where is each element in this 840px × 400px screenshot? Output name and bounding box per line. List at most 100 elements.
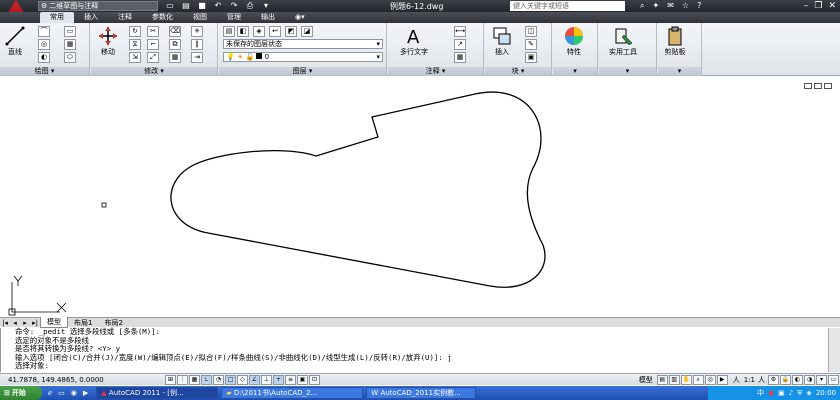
workspace-switch-icon[interactable]: ⚙ [768,374,779,385]
tab-view[interactable]: 视图 [183,12,217,23]
layer-state-icon[interactable]: ◧ [237,26,249,37]
tab-home[interactable]: 常用 [40,12,74,23]
save-icon[interactable]: ■ [197,1,207,11]
insert-button[interactable]: 插入 [491,25,513,57]
start-button[interactable]: ⊞ 开始 [0,386,42,400]
circle-icon[interactable]: ◎ [38,39,50,50]
3d-osnap-toggle[interactable]: ◇ [237,374,248,385]
subscription-icon[interactable]: ✦ [652,0,659,12]
array-icon[interactable]: ▦ [169,52,181,63]
clipboard-panel-dropdown[interactable]: ▾ [658,67,701,76]
clock[interactable]: 20:00 [816,389,836,397]
quick-view-drawings-icon[interactable]: ▥ [668,374,680,385]
clipboard-button[interactable]: 剪贴板 [664,25,686,57]
draw-panel-label[interactable]: 绘图 ▾ [0,67,89,76]
tray-volume-icon[interactable]: ♪ [789,389,793,397]
communication-icon[interactable]: ✉ [667,0,674,12]
clean-screen-icon[interactable]: ▭ [828,374,839,385]
tab-insert[interactable]: 插入 [74,12,108,23]
layer-match-icon[interactable]: ◈ [253,26,265,37]
ellipse-icon[interactable]: ⬭ [64,52,76,63]
qat-dropdown-icon[interactable]: ▾ [261,1,271,11]
tray-shield-icon[interactable]: ◉ [768,389,774,397]
search-icon[interactable]: ⌕ [640,0,644,12]
tab-layout2[interactable]: 布局2 [98,318,128,328]
coordinate-readout[interactable]: 41.7878, 149.4865, 0.0000 [0,376,165,384]
first-tab-icon[interactable]: |◂ [0,319,10,327]
drawing-svg[interactable] [0,77,840,317]
tab-parametric[interactable]: 参数化 [142,12,183,23]
move-button[interactable]: 移动 [97,25,119,57]
quick-view-layouts-icon[interactable]: ▤ [656,374,668,385]
prev-tab-icon[interactable]: ◂ [10,319,20,327]
model-space-label[interactable]: 模型 [639,375,653,385]
block-panel-label[interactable]: 块 ▾ [485,67,551,76]
quicklaunch-media-icon[interactable]: ▶ [83,389,88,397]
restore-icon[interactable]: ❐ [814,0,822,12]
drawing-area[interactable] [0,77,840,317]
properties-button[interactable]: 特性 [563,25,585,57]
line-button[interactable]: 直线 [4,25,26,57]
copy-icon[interactable]: ⧉ [169,39,181,50]
polar-toggle[interactable]: ◔ [213,374,224,385]
steeringwheel-icon[interactable]: ◎ [704,374,716,385]
workspace-selector[interactable]: ⚙ 二维草图与注释 [38,1,158,11]
trim-icon[interactable]: ✂ [147,26,159,37]
tray-security-icon[interactable]: ⛨ [797,389,802,398]
zoom-icon[interactable]: ⌕ [692,374,704,385]
status-menu-icon[interactable]: ▾ [816,374,827,385]
annotation-visibility-icon[interactable]: 人 [758,375,765,385]
annotation-panel-label[interactable]: 注释 ▾ [388,67,483,76]
showmotion-icon[interactable]: ▶ [716,374,728,385]
favorites-icon[interactable]: ☆ [682,0,689,12]
ortho-toggle[interactable]: ∟ [201,374,212,385]
pan-icon[interactable]: ✋ [680,374,692,385]
taskbar-item-autocad[interactable]: ▲ AutoCAD 2011 - [例... [96,387,219,399]
extend-icon[interactable]: ⇥ [191,52,203,63]
hatch-icon[interactable]: ▦ [64,39,76,50]
tray-cn-icon[interactable]: 中 [757,388,764,398]
offset-icon[interactable]: ∥ [191,39,203,50]
leader-icon[interactable]: ↗ [454,39,466,50]
snap-toggle[interactable]: ⋮ [177,374,188,385]
properties-panel-dropdown[interactable]: ▾ [553,67,597,76]
dimension-icon[interactable]: ⟷ [454,26,466,37]
open-icon[interactable]: ▤ [181,1,191,11]
stretch-icon[interactable]: ⇲ [129,52,141,63]
taskbar-item-folder[interactable]: ▰ D:\2011书\AutoCAD_2... [221,387,364,399]
help-icon[interactable]: ? [697,0,701,12]
close-icon[interactable]: ✕ [828,0,836,12]
mirror-icon[interactable]: ⧖ [129,39,141,50]
ducs-toggle[interactable]: ⊥ [261,374,272,385]
current-layer-dropdown[interactable]: 💡 ☀ 🔓 0 ▾ [223,52,383,62]
create-block-icon[interactable]: ◫ [525,26,537,37]
sc-toggle[interactable]: ⊡ [309,374,320,385]
command-scrollbar[interactable] [828,328,840,372]
tray-misc-icon[interactable]: ◈ [806,389,811,397]
tab-annotate[interactable]: 注释 [108,12,142,23]
polyline-icon[interactable]: ⌒ [38,26,50,37]
isolate-objects-icon[interactable]: ◑ [804,374,815,385]
fillet-icon[interactable]: ⌐ [147,39,159,50]
layer-prev-icon[interactable]: ↩ [269,26,281,37]
layer-properties-icon[interactable]: ▤ [223,26,235,37]
utilities-panel-dropdown[interactable]: ▾ [599,67,656,76]
tab-layout1[interactable]: 布局1 [68,318,98,328]
new-icon[interactable]: ▭ [165,1,175,11]
otrack-toggle[interactable]: ∠ [249,374,260,385]
infer-constraints-toggle[interactable]: ⊞ [165,374,176,385]
command-prompt[interactable]: 选择对象: [15,362,828,371]
tray-network-icon[interactable]: ▣ [778,389,785,397]
lock-ui-icon[interactable]: 🔒 [780,374,791,385]
lineweight-toggle[interactable]: ≡ [285,374,296,385]
erase-icon[interactable]: ⌫ [169,26,181,37]
layer-iso-icon[interactable]: ◩ [285,26,297,37]
utilities-button[interactable]: 实用工具 [609,25,637,57]
layer-state-dropdown[interactable]: 未保存的图层状态 ▾ [223,39,383,49]
hardware-accel-icon[interactable]: ◐ [792,374,803,385]
grid-toggle[interactable]: ▦ [189,374,200,385]
quicklaunch-explorer-icon[interactable]: ◉ [71,389,77,397]
tab-output[interactable]: 输出 [251,12,285,23]
modify-panel-label[interactable]: 修改 ▾ [91,67,217,76]
command-window[interactable]: 命令: _pedit 选择多段线或 [多条(M)]: 选定的对象不是多段线 是否… [0,327,828,372]
